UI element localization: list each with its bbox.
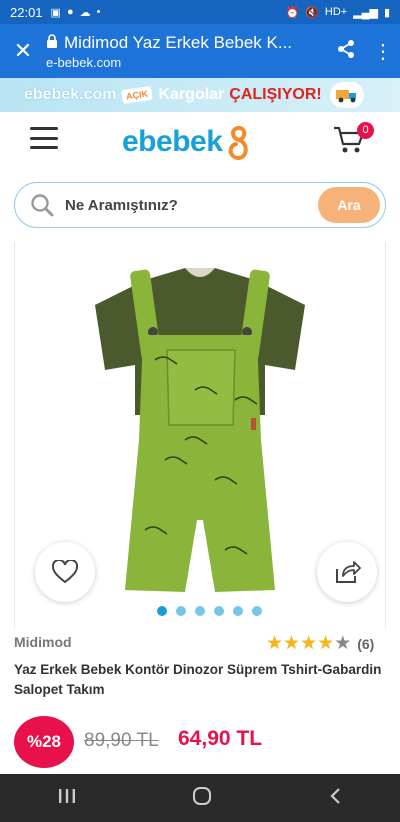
alarm-icon: ⏰ <box>285 6 300 19</box>
url-text: e-bebek.com <box>46 54 122 70</box>
cloud-icon: ☁ <box>79 6 91 19</box>
old-price: 89,90 TL <box>84 730 159 751</box>
heart-icon <box>52 560 78 584</box>
review-count: (6) <box>357 635 375 652</box>
discount-badge: %28 <box>14 716 74 768</box>
more-menu-icon[interactable]: ⋮ <box>366 39 400 64</box>
ebebek-logo[interactable]: ebebek <box>122 122 256 162</box>
star-icon: ★ <box>317 633 335 654</box>
product-gallery[interactable] <box>14 242 386 628</box>
battery-icon: ▮ <box>383 6 390 19</box>
lock-icon <box>46 33 58 53</box>
notification-icons: ▣ ● ☁ • <box>51 6 101 19</box>
pagination-dot[interactable] <box>233 606 243 616</box>
pagination-dot[interactable] <box>252 606 262 616</box>
browser-toolbar: ✕ Midimod Yaz Erkek Bebek K... e-bebek.c… <box>0 24 400 78</box>
share-product-button[interactable] <box>317 542 377 602</box>
pagination-dot[interactable] <box>195 606 205 616</box>
product-rating[interactable]: ★★★★★ (6) <box>266 632 374 655</box>
page-title: Midimod Yaz Erkek Bebek K... <box>64 32 293 52</box>
pagination-dot[interactable] <box>157 606 167 616</box>
promo-banner[interactable]: ebebek.com AÇIK Kargolar ÇALIŞIYOR! <box>0 78 400 112</box>
star-icon: ★ <box>266 633 284 654</box>
recent-apps-icon[interactable] <box>58 788 76 809</box>
product-image <box>95 268 305 592</box>
status-time: 22:01 <box>10 4 43 20</box>
status-right: ⏰ 🔇 HD+ ▂▄▆ ▮ <box>286 6 391 19</box>
product-name: Yaz Erkek Bebek Kontör Dinozor Süprem Ts… <box>14 662 382 697</box>
site-header: ebebek 0 <box>0 112 400 168</box>
home-icon[interactable] <box>192 786 212 811</box>
signal-icon: ▂▄▆ <box>353 6 378 19</box>
hamburger-menu-icon[interactable] <box>30 127 58 149</box>
search-icon <box>29 192 55 218</box>
logo-mark-icon <box>229 126 249 161</box>
mute-icon: 🔇 <box>305 6 319 19</box>
browser-titles[interactable]: Midimod Yaz Erkek Bebek K... e-bebek.com <box>46 33 326 70</box>
gallery-pagination <box>157 606 262 616</box>
star-icon: ★ <box>300 633 318 654</box>
star-icon: ★ <box>283 633 301 654</box>
pagination-dot[interactable] <box>176 606 186 616</box>
chat-icon: ● <box>66 6 74 18</box>
share-arrow-icon <box>336 561 361 583</box>
favorite-button[interactable] <box>35 542 95 602</box>
pagination-dot[interactable] <box>214 606 224 616</box>
logo-text: ebebek <box>122 125 223 158</box>
system-nav-bar <box>0 774 400 822</box>
cart-button[interactable]: 0 <box>332 122 374 154</box>
status-bar: 22:01 ▣ ● ☁ • ⏰ 🔇 HD+ ▂▄▆ ▮ <box>0 0 400 24</box>
star-icon: ★ <box>334 633 352 654</box>
page-title-row: Midimod Yaz Erkek Bebek K... <box>46 33 326 53</box>
rating-stars: ★★★★★ <box>266 632 351 655</box>
search-bar: Ne Aramıştınız? Ara <box>14 182 386 228</box>
dot-icon: • <box>96 6 101 18</box>
back-icon[interactable] <box>328 787 342 810</box>
banner-brand: ebebek.com <box>24 86 117 103</box>
network-type: HD+ <box>324 6 348 18</box>
search-button[interactable]: Ara <box>318 187 380 223</box>
banner-badge: AÇIK <box>121 85 154 105</box>
search-input[interactable]: Ne Aramıştınız? <box>65 197 318 214</box>
product-brand[interactable]: Midimod <box>14 634 72 650</box>
cart-count-badge: 0 <box>357 122 374 139</box>
close-tab-icon[interactable]: ✕ <box>0 38 46 64</box>
delivery-truck-icon <box>329 82 364 108</box>
banner-highlight: ÇALIŞIYOR! <box>229 86 322 103</box>
banner-text: Kargolar <box>158 86 225 103</box>
image-icon: ▣ <box>50 6 61 19</box>
share-icon[interactable] <box>326 38 366 65</box>
new-price: 64,90 TL <box>178 727 263 750</box>
